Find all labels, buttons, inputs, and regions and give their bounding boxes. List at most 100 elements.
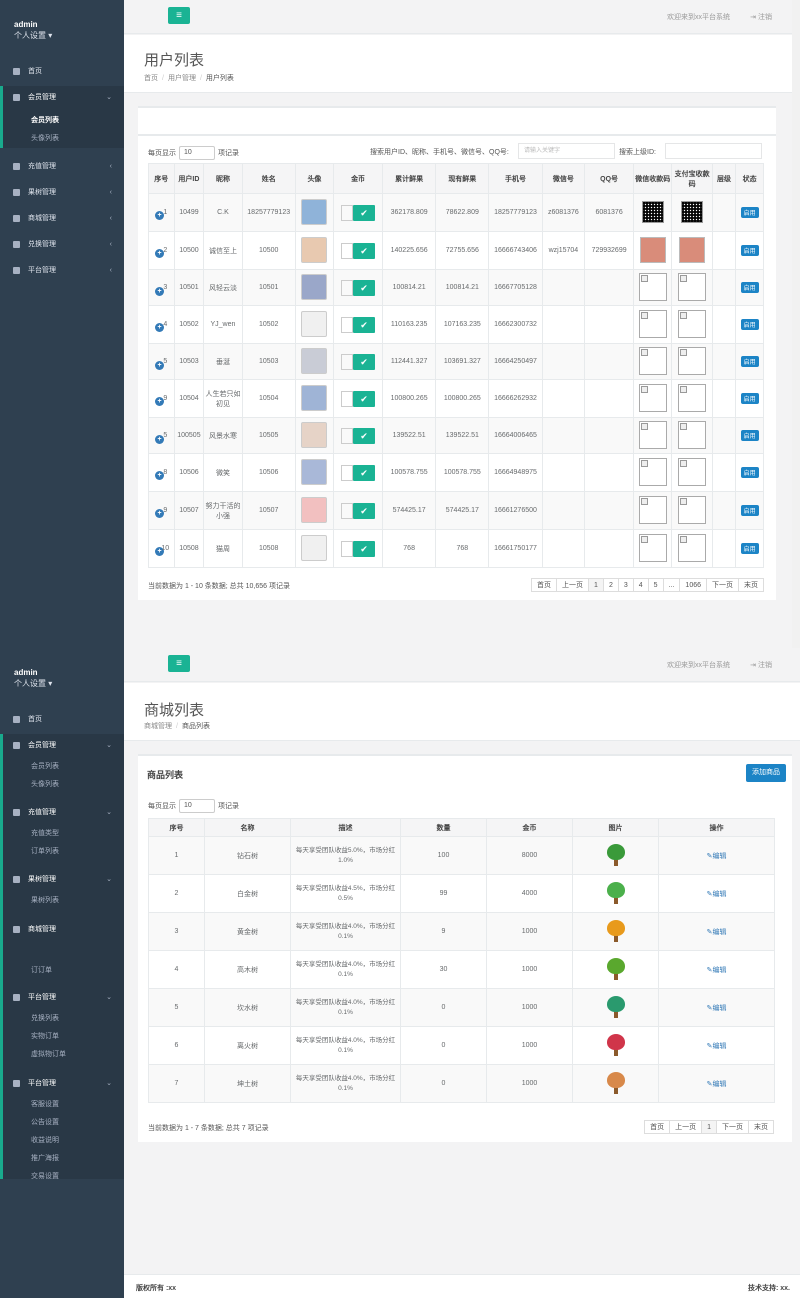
personal-settings-link[interactable]: 个人设置 ▾ <box>14 30 52 41</box>
sidebar-item-trade-settings[interactable]: 交易设置 <box>0 1168 124 1186</box>
edit-link[interactable]: ✎编辑 <box>707 967 727 974</box>
gold-input[interactable] <box>341 502 354 519</box>
page-button[interactable]: 4 <box>632 578 649 592</box>
page-button[interactable]: 2 <box>602 578 619 592</box>
confirm-check-button[interactable]: ✔ <box>353 540 376 557</box>
sidebar-item-orders[interactable]: 订订单 <box>0 962 124 980</box>
sidebar-item-avatar-list[interactable]: 头像列表 <box>0 776 124 794</box>
confirm-check-button[interactable]: ✔ <box>353 353 376 370</box>
status-enable-button[interactable]: 启用 <box>740 245 759 256</box>
sidebar-item-income-desc[interactable]: 收益说明 <box>0 1132 124 1150</box>
sidebar-item-notice-settings[interactable]: 公告设置 <box>0 1114 124 1132</box>
broken-image-icon[interactable] <box>638 420 667 449</box>
sidebar-item-member-mgmt[interactable]: 会员管理 ⌄ <box>0 86 124 110</box>
qr-code-image[interactable] <box>681 200 704 223</box>
broken-image-icon[interactable] <box>678 495 707 524</box>
broken-image-icon[interactable] <box>678 457 707 486</box>
gold-input[interactable] <box>341 242 354 259</box>
sidebar-item-exchange-mgmt[interactable]: 兑换管理 ‹ <box>0 233 124 257</box>
sidebar-item-home[interactable]: 首页 <box>0 60 124 84</box>
edit-link[interactable]: ✎编辑 <box>707 929 727 936</box>
confirm-check-button[interactable]: ✔ <box>353 502 376 519</box>
page-button[interactable]: 首页 <box>644 1120 671 1134</box>
sidebar-item-fruit-mgmt[interactable]: 果树管理 ‹ <box>0 181 124 205</box>
column-header[interactable]: 序号 <box>148 818 205 837</box>
sidebar-item-shop-mgmt[interactable]: 商城管理 ‹ <box>0 207 124 231</box>
menu-toggle-button[interactable]: ≡ <box>168 7 190 24</box>
page-button[interactable]: 下一页 <box>716 1120 749 1134</box>
page-button[interactable]: 3 <box>617 578 634 592</box>
search-parent-input[interactable] <box>665 143 762 159</box>
status-enable-button[interactable]: 启用 <box>740 543 759 554</box>
page-button[interactable]: 末页 <box>738 578 764 592</box>
broken-image-icon[interactable] <box>638 346 667 375</box>
sidebar-item-member-list[interactable]: 会员列表 <box>0 758 124 776</box>
confirm-check-button[interactable]: ✔ <box>353 427 376 444</box>
personal-settings-link[interactable]: 个人设置 ▾ <box>14 678 52 689</box>
column-header[interactable]: 头像 <box>294 163 335 194</box>
broken-image-icon[interactable] <box>638 457 667 486</box>
column-header[interactable]: 序号 <box>148 163 175 194</box>
sidebar-item-member-mgmt[interactable]: 会员管理 ⌄ <box>0 734 124 758</box>
gold-input[interactable] <box>341 464 354 481</box>
column-header[interactable]: 手机号 <box>488 163 543 194</box>
page-button[interactable]: 上一页 <box>556 578 590 592</box>
status-enable-button[interactable]: 启用 <box>740 393 759 404</box>
status-enable-button[interactable]: 启用 <box>740 207 759 218</box>
breadcrumb-shop-mgmt[interactable]: 商城管理 <box>144 723 172 730</box>
confirm-check-button[interactable]: ✔ <box>353 390 376 407</box>
column-header[interactable]: QQ号 <box>584 163 635 194</box>
confirm-check-button[interactable]: ✔ <box>353 464 376 481</box>
page-button[interactable]: 首页 <box>531 578 558 592</box>
column-header[interactable]: 状态 <box>735 163 764 194</box>
confirm-check-button[interactable]: ✔ <box>353 279 376 296</box>
column-header[interactable]: 描述 <box>290 818 401 837</box>
broken-image-icon[interactable] <box>678 309 707 338</box>
column-header[interactable]: 操作 <box>658 818 775 837</box>
sidebar-item-order-list[interactable]: 订单列表 <box>0 843 124 861</box>
column-header[interactable]: 图片 <box>572 818 659 837</box>
confirm-check-button[interactable]: ✔ <box>353 204 376 221</box>
page-button[interactable]: 末页 <box>748 1120 774 1134</box>
column-header[interactable]: 金币 <box>486 818 573 837</box>
sidebar-item-virtual-orders[interactable]: 虚拟物订单 <box>0 1046 124 1064</box>
broken-image-icon[interactable] <box>678 272 707 301</box>
sidebar-item-shop-mgmt[interactable]: 商城管理 <box>0 918 124 942</box>
column-header[interactable]: 层级 <box>711 163 737 194</box>
status-enable-button[interactable]: 启用 <box>740 356 759 367</box>
column-header[interactable]: 微信号 <box>541 163 586 194</box>
payment-code-photo[interactable] <box>679 236 706 263</box>
add-product-button[interactable]: 添加商品 <box>746 764 786 782</box>
column-header[interactable]: 数量 <box>400 818 487 837</box>
edit-link[interactable]: ✎编辑 <box>707 1081 727 1088</box>
status-enable-button[interactable]: 启用 <box>740 467 759 478</box>
column-header[interactable]: 金币 <box>333 163 384 194</box>
broken-image-icon[interactable] <box>638 533 667 562</box>
broken-image-icon[interactable] <box>678 533 707 562</box>
logout-link[interactable]: ⇥ 注销 <box>750 660 772 670</box>
sidebar-item-recharge-mgmt[interactable]: 充值管理 ⌄ <box>0 801 124 825</box>
sidebar-item-exchange-list[interactable]: 兑换列表 <box>0 1010 124 1028</box>
sidebar-item-service-settings[interactable]: 客服设置 <box>0 1096 124 1114</box>
search-input[interactable]: 请输入关键字 <box>518 143 615 159</box>
sidebar-item-platform-mgmt[interactable]: 平台管理 ⌄ <box>0 1072 124 1096</box>
broken-image-icon[interactable] <box>638 309 667 338</box>
broken-image-icon[interactable] <box>678 383 707 412</box>
gold-input[interactable] <box>341 279 354 296</box>
page-button[interactable]: 1 <box>701 1120 717 1134</box>
gold-input[interactable] <box>341 390 354 407</box>
qr-code-image[interactable] <box>641 200 664 223</box>
sidebar-item-promo-poster[interactable]: 推广海报 <box>0 1150 124 1168</box>
status-enable-button[interactable]: 启用 <box>740 505 759 516</box>
sidebar-item-member-list[interactable]: 会员列表 <box>0 112 124 130</box>
breadcrumb-home[interactable]: 首页 <box>144 75 158 82</box>
sidebar-item-physical-orders[interactable]: 实物订单 <box>0 1028 124 1046</box>
status-enable-button[interactable]: 启用 <box>740 430 759 441</box>
column-header[interactable]: 姓名 <box>241 163 296 194</box>
broken-image-icon[interactable] <box>638 383 667 412</box>
broken-image-icon[interactable] <box>678 346 707 375</box>
sidebar-item-recharge-type[interactable]: 充值类型 <box>0 825 124 843</box>
sidebar-item-avatar-list[interactable]: 头像列表 <box>0 130 124 148</box>
column-header[interactable]: 支付宝收款码 <box>671 163 713 194</box>
breadcrumb-user-mgmt[interactable]: 用户管理 <box>168 75 196 82</box>
